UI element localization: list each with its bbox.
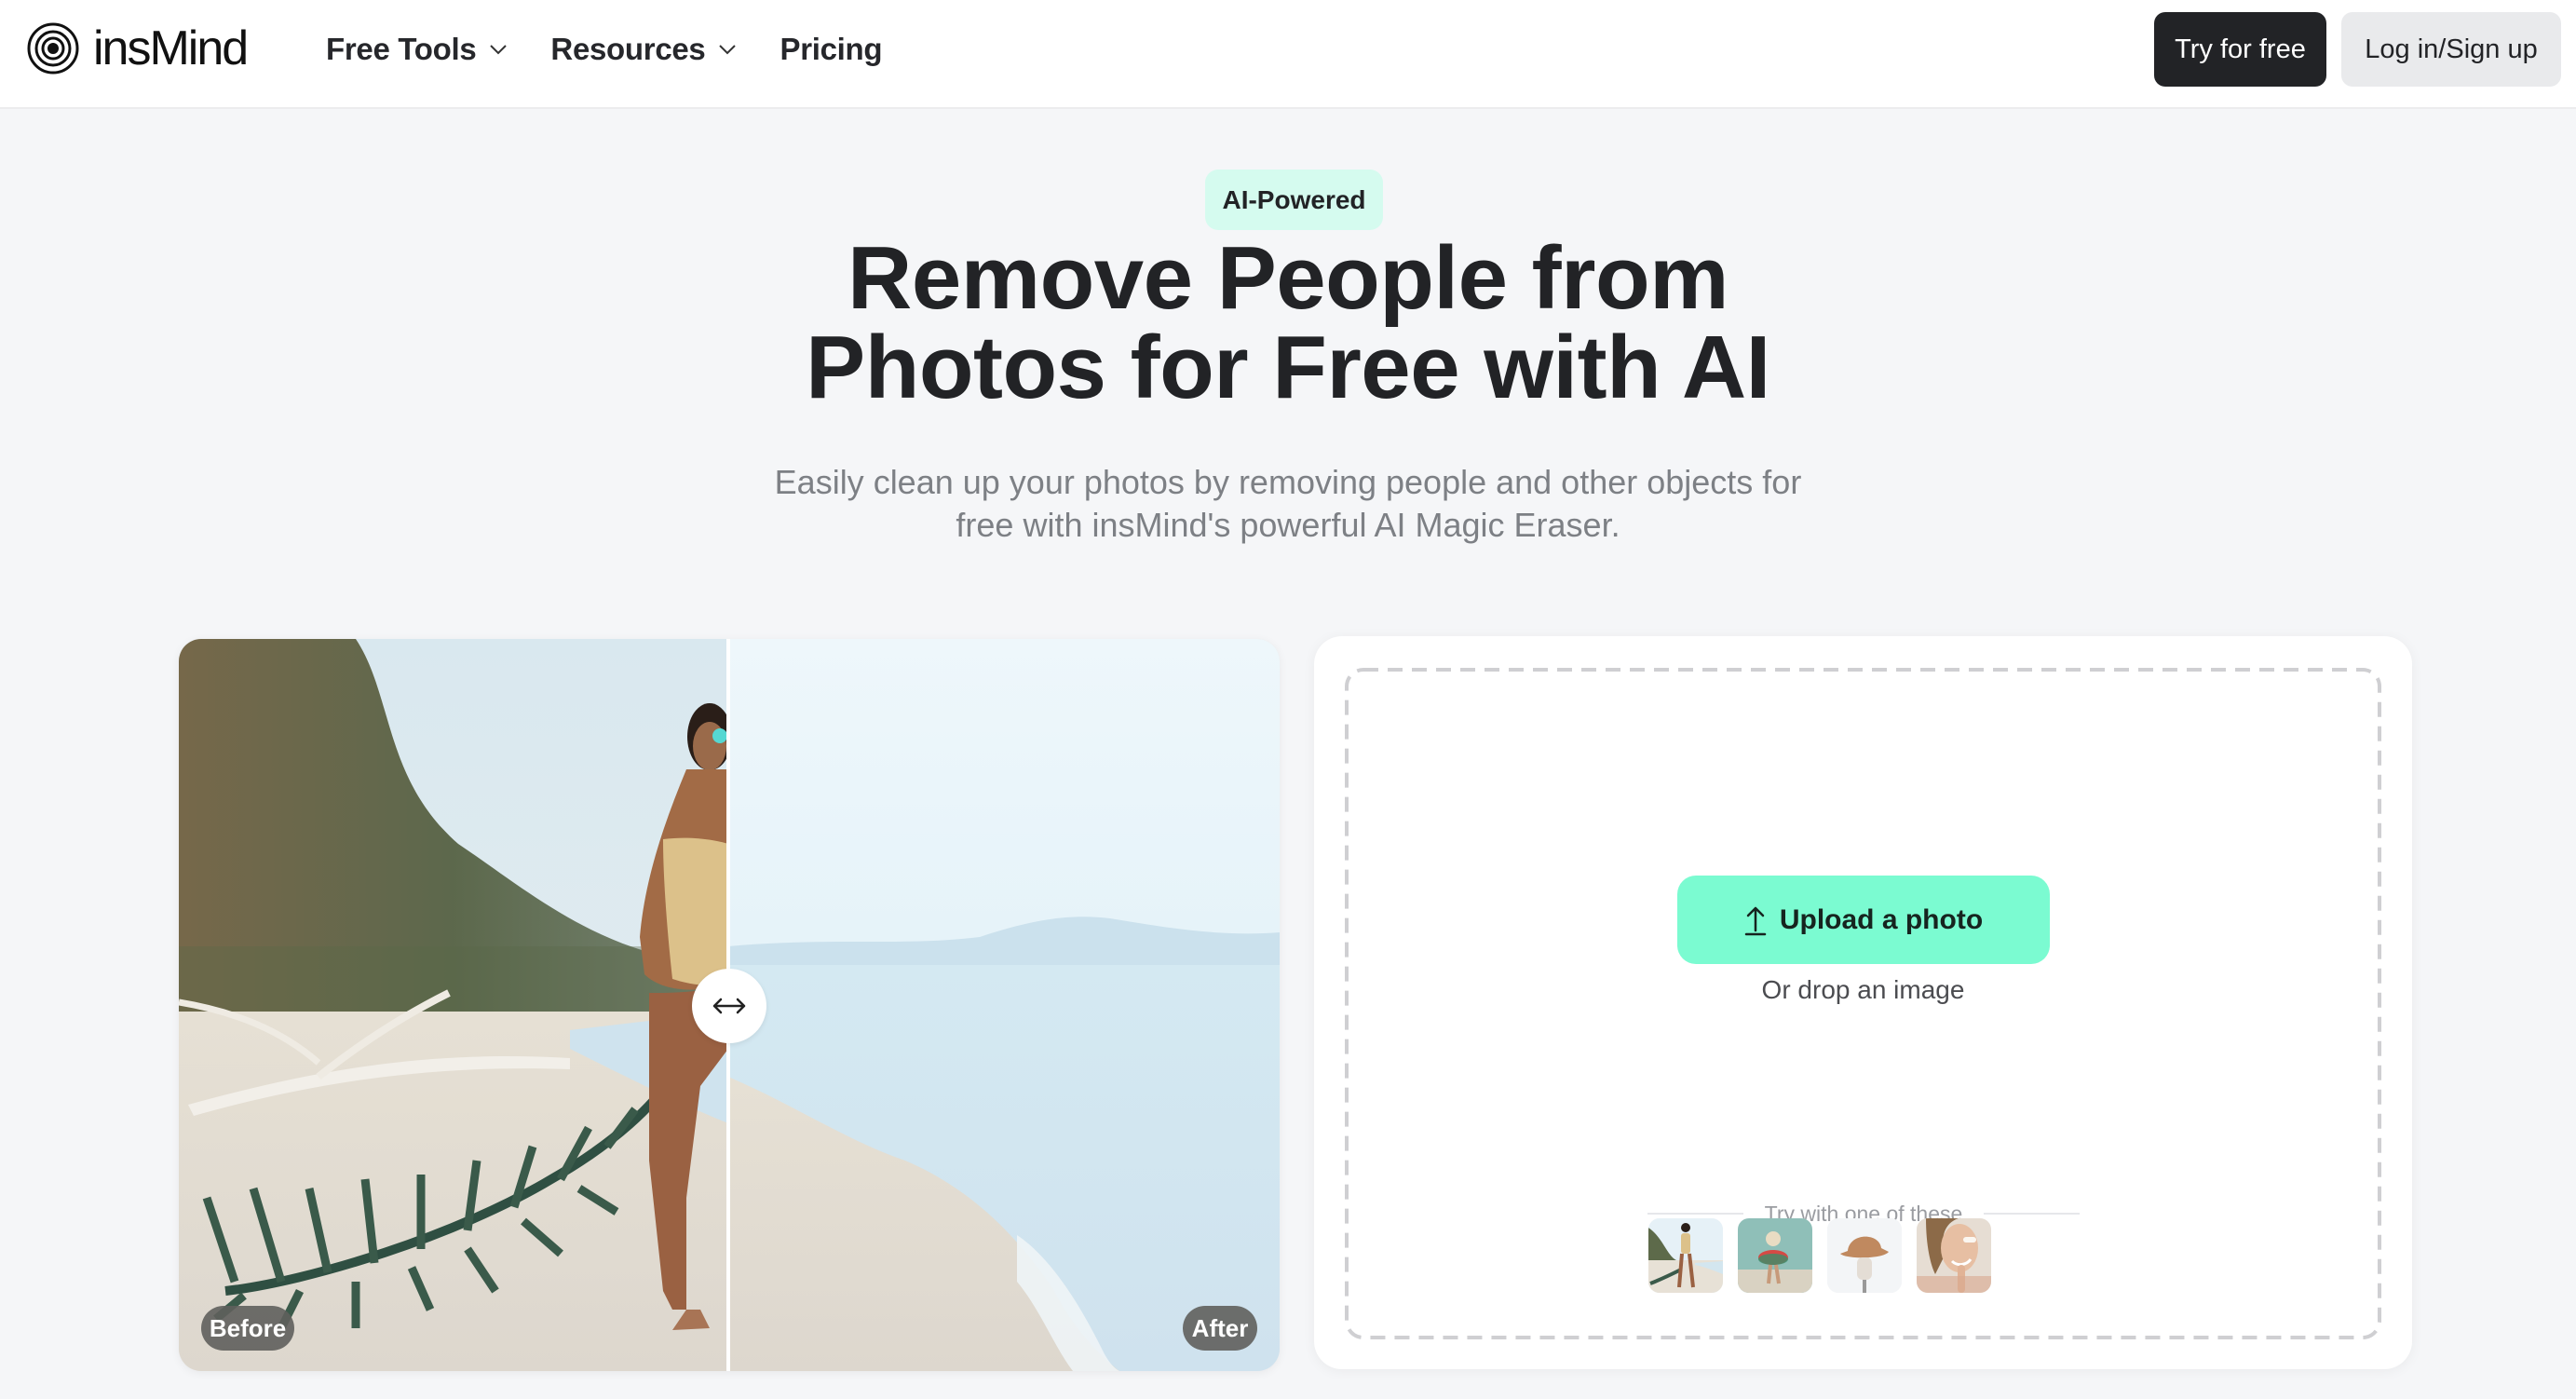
left-right-arrow-icon xyxy=(712,998,746,1014)
sample-bucket-hat-thumbnail xyxy=(1827,1218,1902,1293)
main-nav: Free Tools Resources Pricing xyxy=(326,26,883,73)
sample-smiling-woman-thumbnail xyxy=(1917,1218,1991,1293)
after-label: After xyxy=(1183,1306,1257,1351)
sample-image-bucket-hat[interactable] xyxy=(1827,1218,1902,1293)
try-for-free-button[interactable]: Try for free xyxy=(2154,12,2326,87)
brand-logo[interactable]: insMind xyxy=(26,20,249,76)
subtitle-line-1: Easily clean up your photos by removing … xyxy=(774,463,1802,501)
brand-name: insMind xyxy=(93,21,249,75)
page-title: Remove People from Photos for Free with … xyxy=(0,234,2576,413)
sample-child-swim-ring-thumbnail xyxy=(1738,1218,1812,1293)
upload-photo-button[interactable]: Upload a photo xyxy=(1677,876,2050,964)
sample-image-beach-woman[interactable] xyxy=(1648,1218,1723,1293)
before-after-comparison[interactable]: Before After xyxy=(179,639,1280,1371)
sample-image-smiling-woman[interactable] xyxy=(1917,1218,1991,1293)
comparison-slider-handle[interactable] xyxy=(692,969,766,1043)
title-line-1: Remove People from xyxy=(847,228,1729,328)
login-signup-button[interactable]: Log in/Sign up xyxy=(2341,12,2561,87)
ai-powered-badge: AI-Powered xyxy=(1205,170,1383,230)
title-line-2: Photos for Free with AI xyxy=(806,318,1770,417)
sample-images xyxy=(1648,1218,1991,1293)
logo-icon xyxy=(27,22,79,75)
divider-line xyxy=(1647,1213,1743,1215)
sample-image-child-swim-ring[interactable] xyxy=(1738,1218,1812,1293)
nav-resources[interactable]: Resources xyxy=(550,32,737,67)
page-subtitle: Easily clean up your photos by removing … xyxy=(0,461,2576,547)
image-dropzone[interactable]: Upload a photo Or drop an image Try with… xyxy=(1345,668,2381,1339)
nav-resources-label: Resources xyxy=(550,32,706,66)
nav-pricing[interactable]: Pricing xyxy=(780,32,882,67)
upload-arrow-icon xyxy=(1744,906,1767,935)
chevron-down-icon xyxy=(719,45,737,55)
nav-free-tools[interactable]: Free Tools xyxy=(326,32,508,67)
chevron-down-icon xyxy=(490,45,508,55)
upload-photo-label: Upload a photo xyxy=(1779,903,1984,935)
subtitle-line-2: free with insMind's powerful AI Magic Er… xyxy=(956,506,1620,544)
before-label: Before xyxy=(201,1306,294,1351)
nav-pricing-label: Pricing xyxy=(780,32,883,66)
site-header: insMind Free Tools Resources Pricing Try… xyxy=(0,0,2576,109)
divider-line xyxy=(1983,1213,2080,1215)
nav-free-tools-label: Free Tools xyxy=(326,32,477,66)
sample-beach-woman-thumbnail xyxy=(1648,1218,1723,1293)
upload-panel: Upload a photo Or drop an image Try with… xyxy=(1314,636,2412,1369)
drop-image-hint: Or drop an image xyxy=(1761,975,1965,1004)
